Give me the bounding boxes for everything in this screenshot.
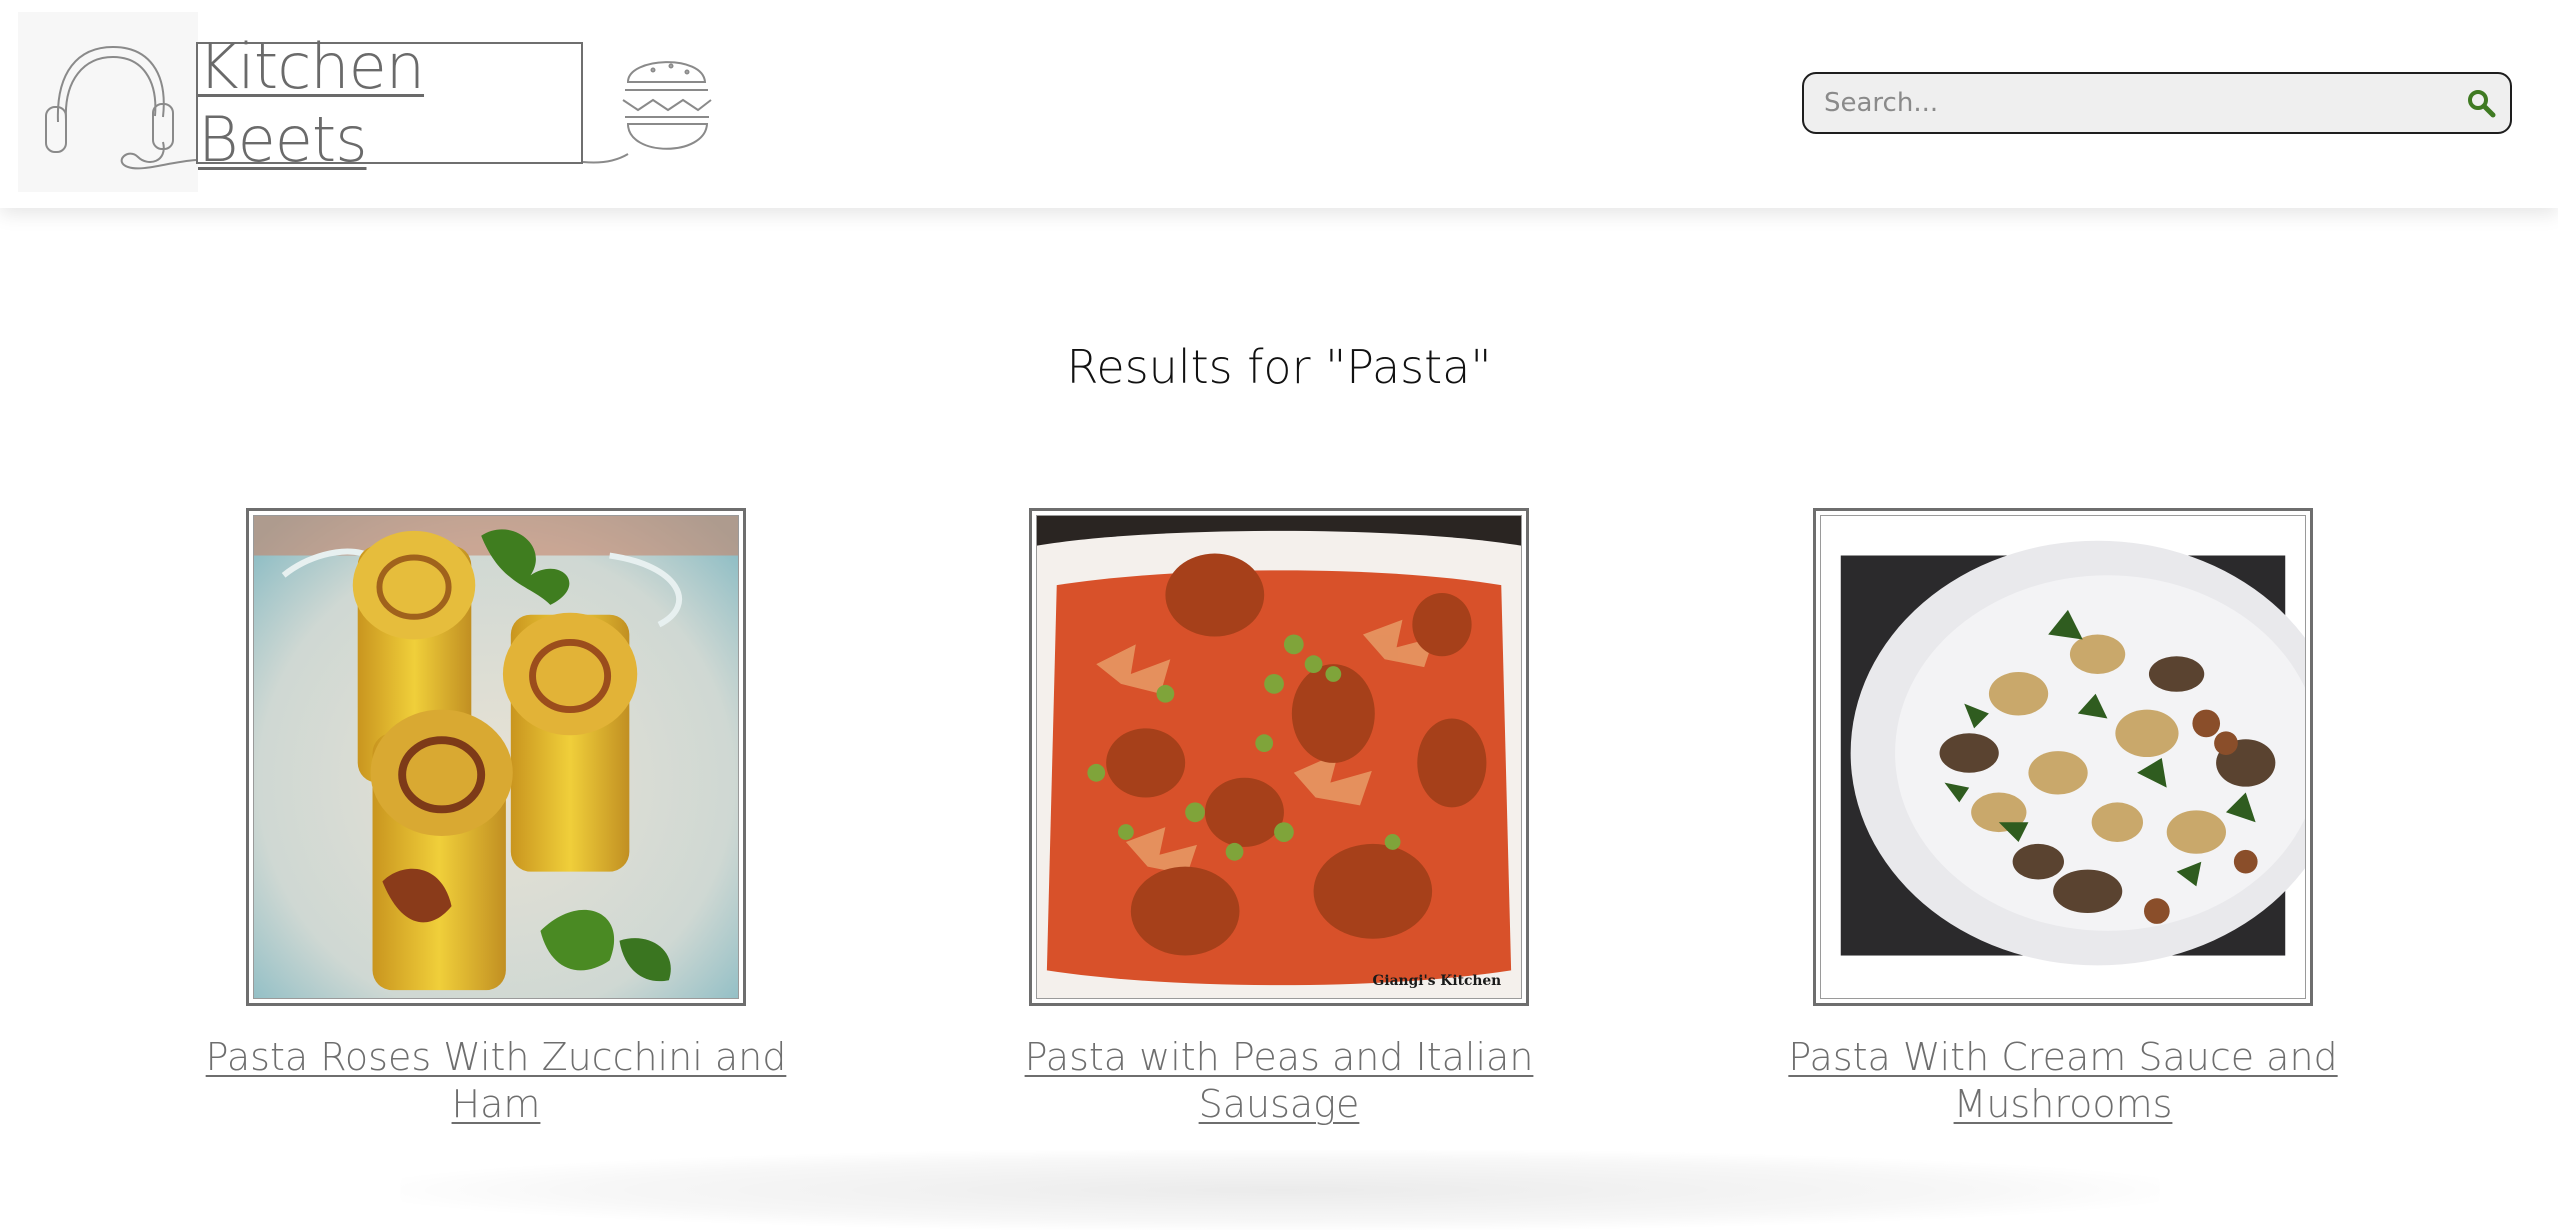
image-watermark: Giangi's Kitchen [1373,973,1502,989]
recipe-image: Giangi's Kitchen [1036,515,1522,999]
recipe-card: Giangi's Kitchen Pasta with Peas and Ita… [959,508,1599,1128]
recipe-title-link[interactable]: Pasta Roses With Zucchini and Ham [176,1034,816,1128]
logo-text[interactable]: Kitchen Beets [198,30,581,176]
recipe-image-link[interactable]: Giangi's Kitchen [1029,508,1529,1006]
site-logo[interactable]: Kitchen Beets [18,12,718,192]
search-bar [1802,72,2512,134]
search-icon[interactable] [2466,88,2496,118]
search-input[interactable] [1822,74,2442,132]
logo-box[interactable]: Kitchen Beets [196,30,583,176]
burger-doodle-icon [582,42,733,172]
recipe-image-link[interactable] [246,508,746,1006]
recipe-card: Pasta Roses With Zucchini and Ham [176,508,816,1128]
results-title: Results for "Pasta" [1066,340,1492,394]
headphones-doodle-icon [18,12,198,192]
recipe-title-link[interactable]: Pasta with Peas and Italian Sausage [959,1034,1599,1128]
footer-shadow [400,1150,2160,1230]
recipe-image [253,515,739,999]
recipe-title-link[interactable]: Pasta With Cream Sauce and Mushrooms [1743,1034,2383,1128]
site-header: Kitchen Beets [0,0,2558,208]
recipe-image-link[interactable] [1813,508,2313,1006]
recipe-image [1820,515,2306,999]
recipe-card: Pasta With Cream Sauce and Mushrooms [1743,508,2383,1128]
